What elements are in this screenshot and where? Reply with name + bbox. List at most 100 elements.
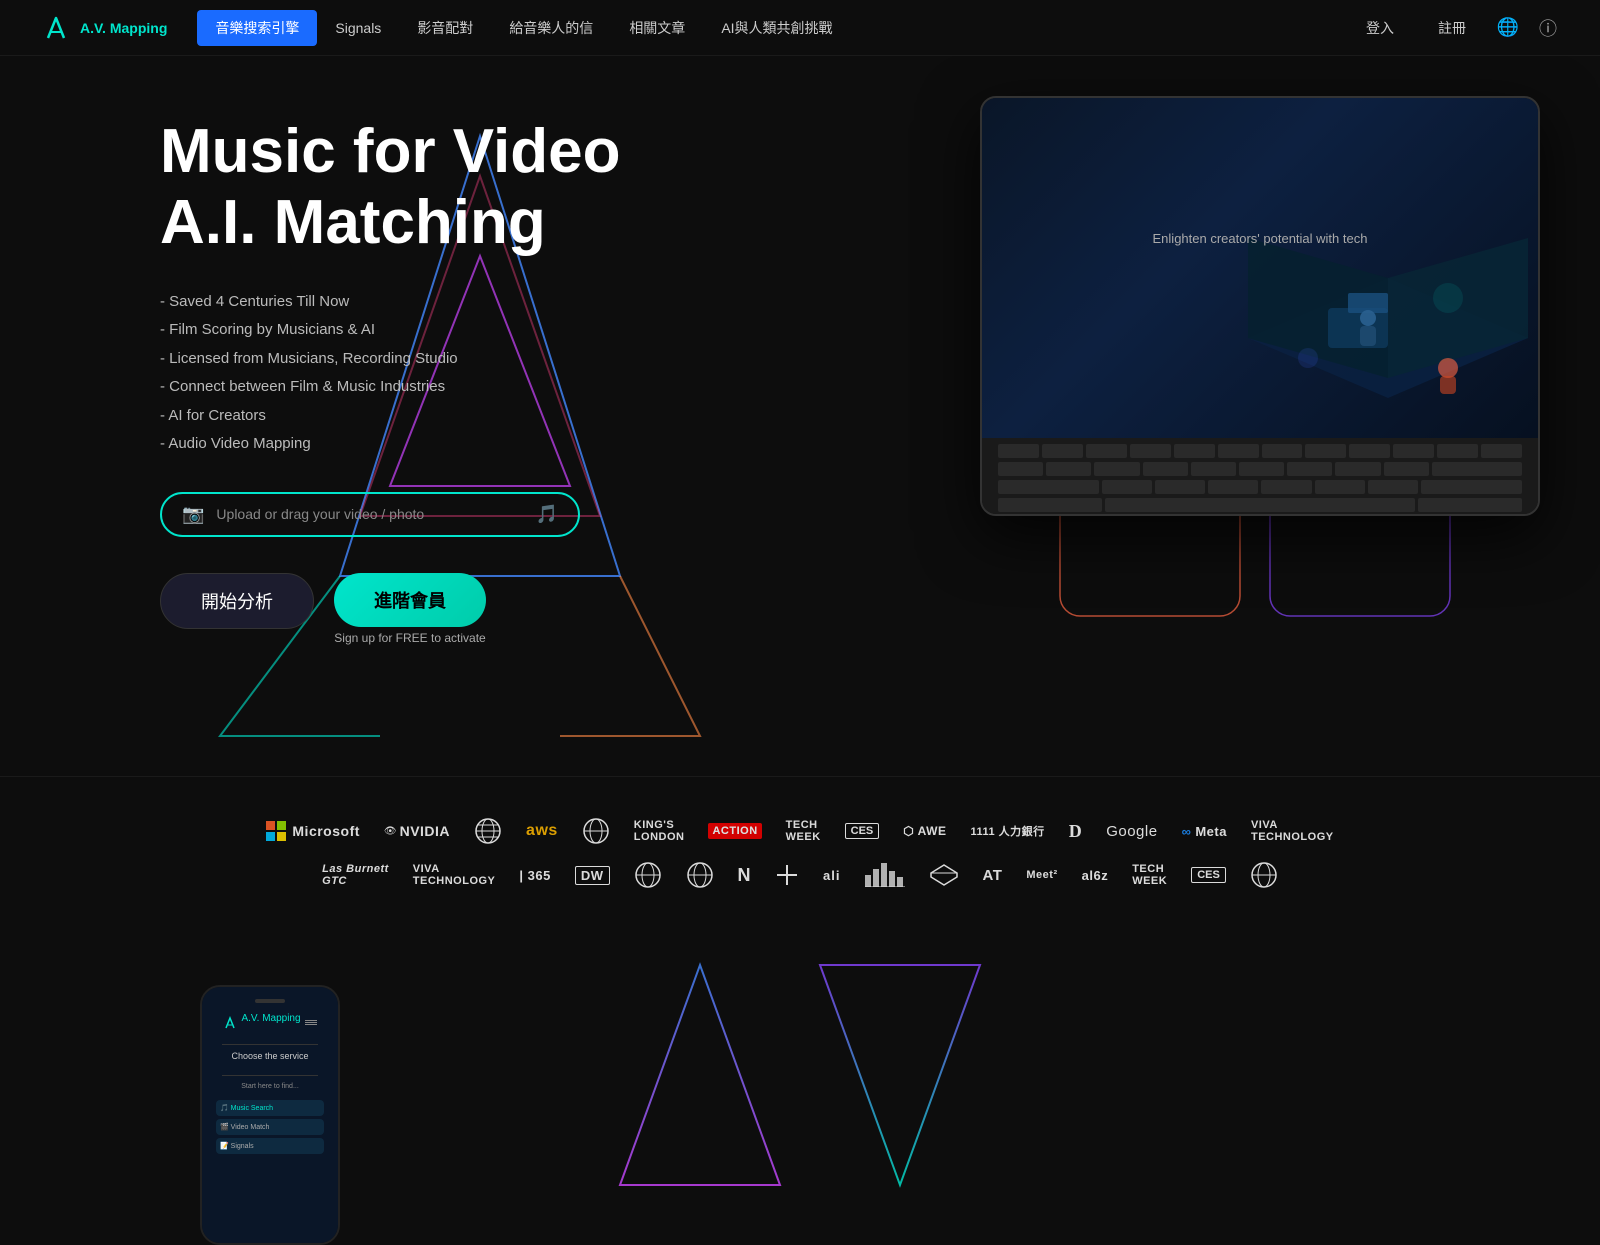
key	[1349, 444, 1390, 458]
upgrade-button[interactable]: 進階會員	[334, 573, 486, 627]
upgrade-button-group: 進階會員 Sign up for FREE to activate	[334, 573, 486, 645]
start-analysis-button[interactable]: 開始分析	[160, 573, 314, 629]
key	[1042, 444, 1083, 458]
logo[interactable]: A.V. Mapping	[40, 12, 167, 44]
ali-text: ali	[823, 868, 840, 883]
diamond-icon	[929, 863, 959, 887]
awe-text: ⬡ AWE	[903, 824, 946, 838]
microsoft-logo: Microsoft	[266, 817, 360, 845]
hero-title-line1: Music for Video	[160, 117, 621, 186]
info-icon[interactable]: ⓘ	[1536, 16, 1560, 40]
ms-grid-icon	[266, 821, 286, 841]
kings-london-logo: KING'SLONDON	[634, 817, 685, 845]
phone-notch	[255, 999, 285, 1003]
ms-cell	[277, 832, 286, 841]
nav-register[interactable]: 註冊	[1424, 12, 1480, 44]
chart-icon	[865, 863, 905, 887]
tech-week-logo-2: TECHWEEK	[1132, 861, 1167, 889]
upgrade-sub-text: Sign up for FREE to activate	[334, 631, 485, 645]
un2-globe-icon	[582, 817, 610, 845]
nav-item-articles[interactable]: 相關文章	[611, 10, 703, 46]
tablet-device: Enlighten creators' potential with tech	[980, 96, 1540, 516]
google-text: Google	[1106, 823, 1157, 840]
hero-title: Music for Video A.I. Matching	[160, 116, 621, 259]
n-logo: N	[738, 861, 752, 889]
hero-content: Music for Video A.I. Matching - Saved 4 …	[160, 116, 621, 645]
ms-cell	[266, 821, 275, 830]
ali-logo: ali	[823, 861, 840, 889]
tablet-keyboard	[982, 438, 1538, 516]
aws-text: aws	[526, 822, 558, 840]
kings-text: KING'SLONDON	[634, 819, 685, 843]
partners-section: Microsoft 👁 NVIDIA aws	[0, 776, 1600, 945]
key-shift-left	[998, 480, 1099, 494]
microsoft-text: Microsoft	[292, 823, 360, 839]
partners-row-2: Las BurnettGTC VIVATECHNOLOGY | 365 DW	[80, 861, 1520, 889]
hero-buttons: 開始分析 進階會員 Sign up for FREE to activate	[160, 573, 621, 645]
key	[1046, 462, 1091, 476]
globe-icon[interactable]: 🌐	[1496, 16, 1520, 40]
phone-logo-text: A.V. Mapping	[241, 1013, 300, 1024]
d-text: D	[1069, 821, 1083, 842]
partner-globe-3	[1250, 861, 1278, 889]
key	[1208, 480, 1258, 494]
nav-item-av-match[interactable]: 影音配對	[399, 10, 491, 46]
ms-cell	[266, 832, 275, 841]
viva-text: VIVATECHNOLOGY	[1251, 819, 1334, 843]
phone-divider2	[222, 1075, 318, 1076]
action-week-logo: ACTION	[708, 817, 761, 845]
nav-item-challenge[interactable]: AI與人類共創挑戰	[703, 10, 850, 46]
meta-label: Meta	[1195, 824, 1227, 839]
feature-4: - Connect between Film & Music Industrie…	[160, 376, 621, 399]
key-shift-right	[1421, 480, 1522, 494]
key	[1086, 444, 1127, 458]
1111-text: 1111 人力銀行	[970, 823, 1044, 839]
key	[1102, 480, 1152, 494]
key	[1384, 462, 1429, 476]
burnett-text: Las BurnettGTC	[322, 863, 389, 887]
dw-text: DW	[575, 866, 610, 885]
hero-features: - Saved 4 Centuries Till Now - Film Scor…	[160, 291, 621, 456]
key	[1239, 462, 1284, 476]
tablet-screen: Enlighten creators' potential with tech	[982, 98, 1538, 438]
nav-item-signals[interactable]: Signals	[317, 12, 399, 44]
key	[998, 444, 1039, 458]
nav-item-letter[interactable]: 給音樂人的信	[491, 10, 611, 46]
nvidia-logo: 👁 NVIDIA	[384, 817, 450, 845]
phone-device-left: A.V. Mapping Choose the service Start he…	[200, 985, 340, 1245]
phone-logo-icon	[223, 1016, 237, 1030]
feature-2: - Film Scoring by Musicians & AI	[160, 319, 621, 342]
nav-items: 音樂搜索引擎 Signals 影音配對 給音樂人的信 相關文章 AI與人類共創挑…	[197, 10, 1352, 46]
music-icon: 🎵	[536, 504, 558, 525]
tech-week-text: TECHWEEK	[786, 819, 821, 843]
cross-logo	[775, 861, 799, 889]
hero-title-line2: A.I. Matching	[160, 188, 546, 257]
at-text: AT	[983, 867, 1003, 884]
burnett-gtc-logo: Las BurnettGTC	[322, 861, 389, 889]
viva-tech-logo-2: VIVATECHNOLOGY	[413, 861, 496, 889]
key	[1393, 444, 1434, 458]
navbar: A.V. Mapping 音樂搜索引擎 Signals 影音配對 給音樂人的信 …	[0, 0, 1600, 56]
phone-left: A.V. Mapping Choose the service Start he…	[200, 985, 360, 1245]
key-space	[1105, 498, 1416, 512]
d-logo: D	[1069, 817, 1083, 845]
globe-icon-3	[1250, 861, 1278, 889]
united-nations-logo	[582, 817, 610, 845]
chart-logo	[865, 861, 905, 889]
un-logo	[474, 817, 502, 845]
phone-screen-left: A.V. Mapping Choose the service Start he…	[202, 987, 338, 1243]
key-enter	[1418, 498, 1522, 512]
phones-section: A.V. Mapping Choose the service Start he…	[0, 945, 1600, 1245]
awe-logo: ⬡ AWE	[903, 817, 946, 845]
nav-item-music-search[interactable]: 音樂搜索引擎	[197, 10, 317, 46]
ces2-text: CES	[1191, 867, 1226, 883]
ces-logo-2: CES	[1191, 861, 1226, 889]
al6z-logo: al6z	[1082, 861, 1109, 889]
partner-globe-2	[686, 861, 714, 889]
diamond-logo	[929, 861, 959, 889]
phone-body-text: Start here to find...	[241, 1082, 299, 1092]
upload-bar[interactable]: 📷 Upload or drag your video / photo 🎵	[160, 492, 580, 537]
partner-globe-1	[634, 861, 662, 889]
nav-login[interactable]: 登入	[1352, 12, 1408, 44]
tablet-caption: Enlighten creators' potential with tech	[1153, 231, 1368, 306]
